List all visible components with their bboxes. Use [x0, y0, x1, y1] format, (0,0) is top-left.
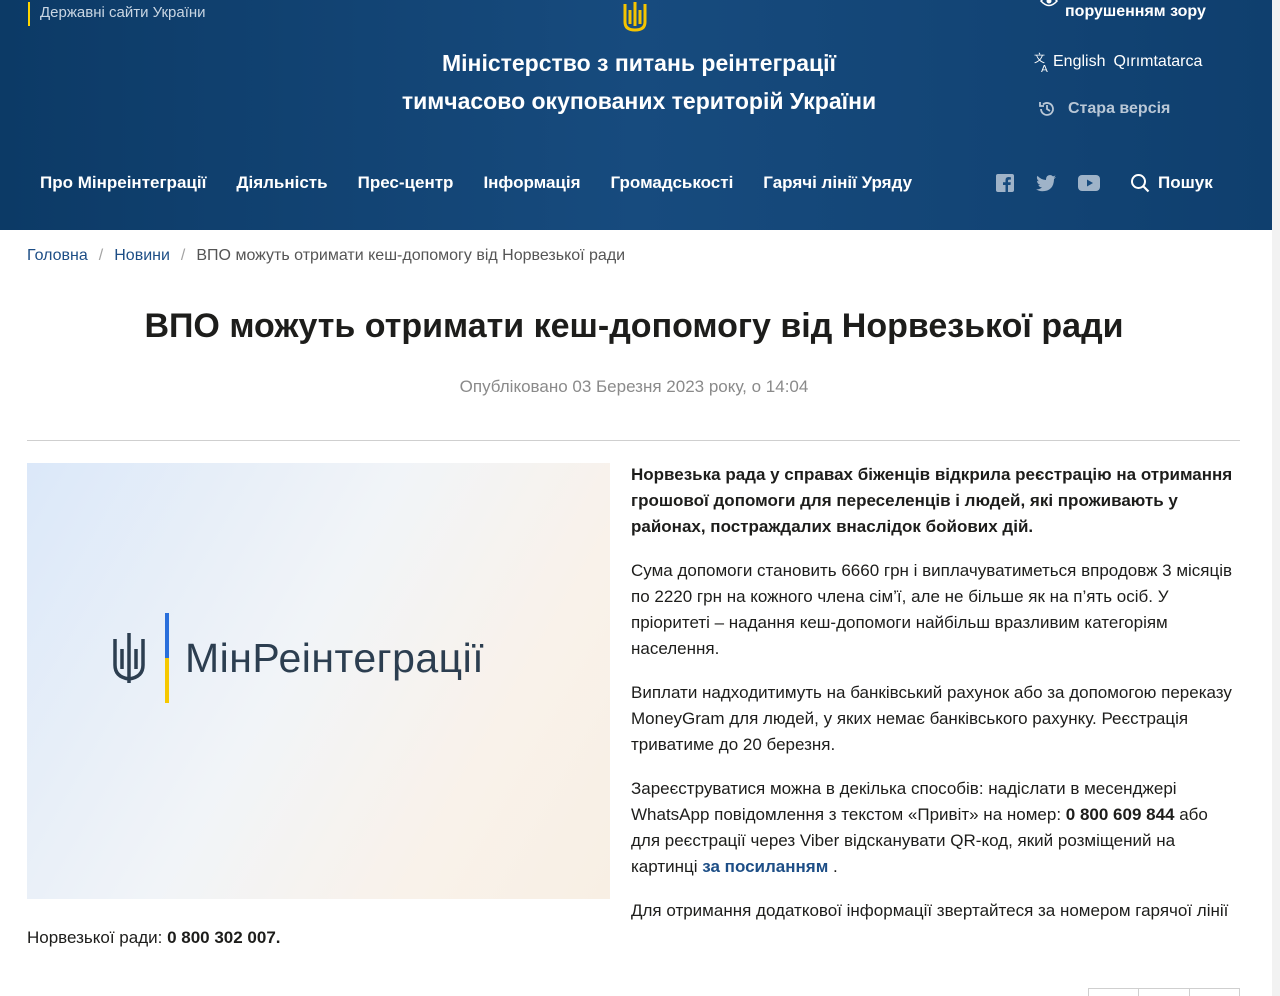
breadcrumb-separator: /: [180, 247, 186, 264]
hotline-phone: 0 800 302 007.: [167, 928, 281, 947]
flag-bar: [165, 613, 169, 703]
whatsapp-phone: 0 800 609 844: [1065, 805, 1175, 824]
low-vision-link[interactable]: порушенням зору: [1040, 0, 1240, 26]
share-button[interactable]: [1190, 989, 1239, 996]
svg-text:文: 文: [1034, 51, 1045, 65]
article-paragraph: Виплати надходитимуть на банківський рах…: [631, 683, 1232, 754]
ministry-title-line1: Міністерство з питань реінтеграції: [442, 50, 836, 76]
article-paragraph: Зареєструватися можна в декілька способі…: [631, 779, 1208, 876]
translate-icon: 文 A: [1034, 51, 1048, 73]
history-icon: [1039, 102, 1054, 116]
minreintegration-logo: МінРеінтеграції: [111, 613, 484, 703]
article-paragraph-continued: Норвезької ради: 0 800 302 007.: [27, 928, 281, 947]
language-switcher: 文 A English Qırımtatarca: [1034, 50, 1210, 74]
nav-item-public[interactable]: Громадськості: [611, 170, 734, 196]
breadcrumb-separator: /: [98, 247, 104, 264]
lang-crimean-tatar[interactable]: Qırımtatarca: [1113, 53, 1202, 71]
eye-icon: [1040, 0, 1058, 7]
search-icon: [1131, 174, 1150, 193]
divider: [27, 440, 1240, 441]
breadcrumb: Головна / Новини / ВПО можуть отримати к…: [27, 245, 625, 267]
old-version-link[interactable]: Стара версія: [1038, 97, 1170, 121]
old-version-label: Стара версія: [1068, 100, 1171, 117]
search-button[interactable]: Пошук: [1130, 171, 1213, 195]
breadcrumb-current: ВПО можуть отримати кеш-допомогу від Нор…: [196, 247, 626, 264]
nav-item-press-center[interactable]: Прес-центр: [358, 170, 454, 196]
breadcrumb-home[interactable]: Головна: [27, 247, 88, 265]
search-label: Пошук: [1158, 173, 1213, 192]
news-image: МінРеінтеграції: [27, 463, 610, 899]
lang-english[interactable]: English: [1053, 53, 1105, 71]
twitter-icon[interactable]: [1036, 173, 1056, 193]
share-button[interactable]: [1089, 989, 1140, 996]
page-title: ВПО можуть отримати кеш-допомогу від Нор…: [144, 307, 1124, 345]
qr-code-link[interactable]: за посиланням: [702, 857, 828, 876]
published-date: Опубліковано 03 Березня 2023 року, о 14:…: [459, 377, 809, 396]
article-paragraph: Для отримання додаткової інформації звер…: [631, 901, 1229, 920]
svg-text:A: A: [1041, 64, 1048, 73]
breadcrumb-news[interactable]: Новини: [114, 247, 170, 265]
share-buttons: [1088, 988, 1240, 996]
gov-sites-link[interactable]: Державні сайти України: [28, 2, 206, 26]
article-lead: Норвезька рада у справах біженців відкри…: [631, 465, 1233, 536]
article-body: Норвезька рада у справах біженців відкри…: [631, 462, 1236, 920]
facebook-icon[interactable]: [996, 173, 1014, 193]
site-header: Державні сайти України Міністерство з пи…: [0, 0, 1272, 230]
nav-item-activity[interactable]: Діяльність: [236, 170, 327, 196]
trident-icon: [113, 633, 145, 683]
share-button[interactable]: [1139, 989, 1190, 996]
scrollbar[interactable]: [1272, 0, 1280, 996]
ministry-title-line2: тимчасово окупованих територій України: [401, 88, 877, 114]
nav-item-about[interactable]: Про Мінреінтеграції: [40, 170, 206, 196]
article-paragraph: Сума допомоги становить 6660 грн і випла…: [631, 561, 1233, 658]
main-nav: Про Мінреінтеграції Діяльність Прес-цент…: [40, 170, 942, 196]
nav-item-information[interactable]: Інформація: [483, 170, 580, 196]
low-vision-label: порушенням зору: [1065, 3, 1206, 20]
youtube-icon[interactable]: [1078, 173, 1100, 193]
coat-of-arms-icon[interactable]: [617, 0, 653, 34]
logo-text: МінРеінтеграції: [185, 634, 485, 681]
nav-item-hotlines[interactable]: Гарячі лінії Уряду: [763, 170, 912, 196]
ministry-title[interactable]: Міністерство з питань реінтеграції тимча…: [360, 44, 918, 120]
social-links: [996, 173, 1122, 193]
